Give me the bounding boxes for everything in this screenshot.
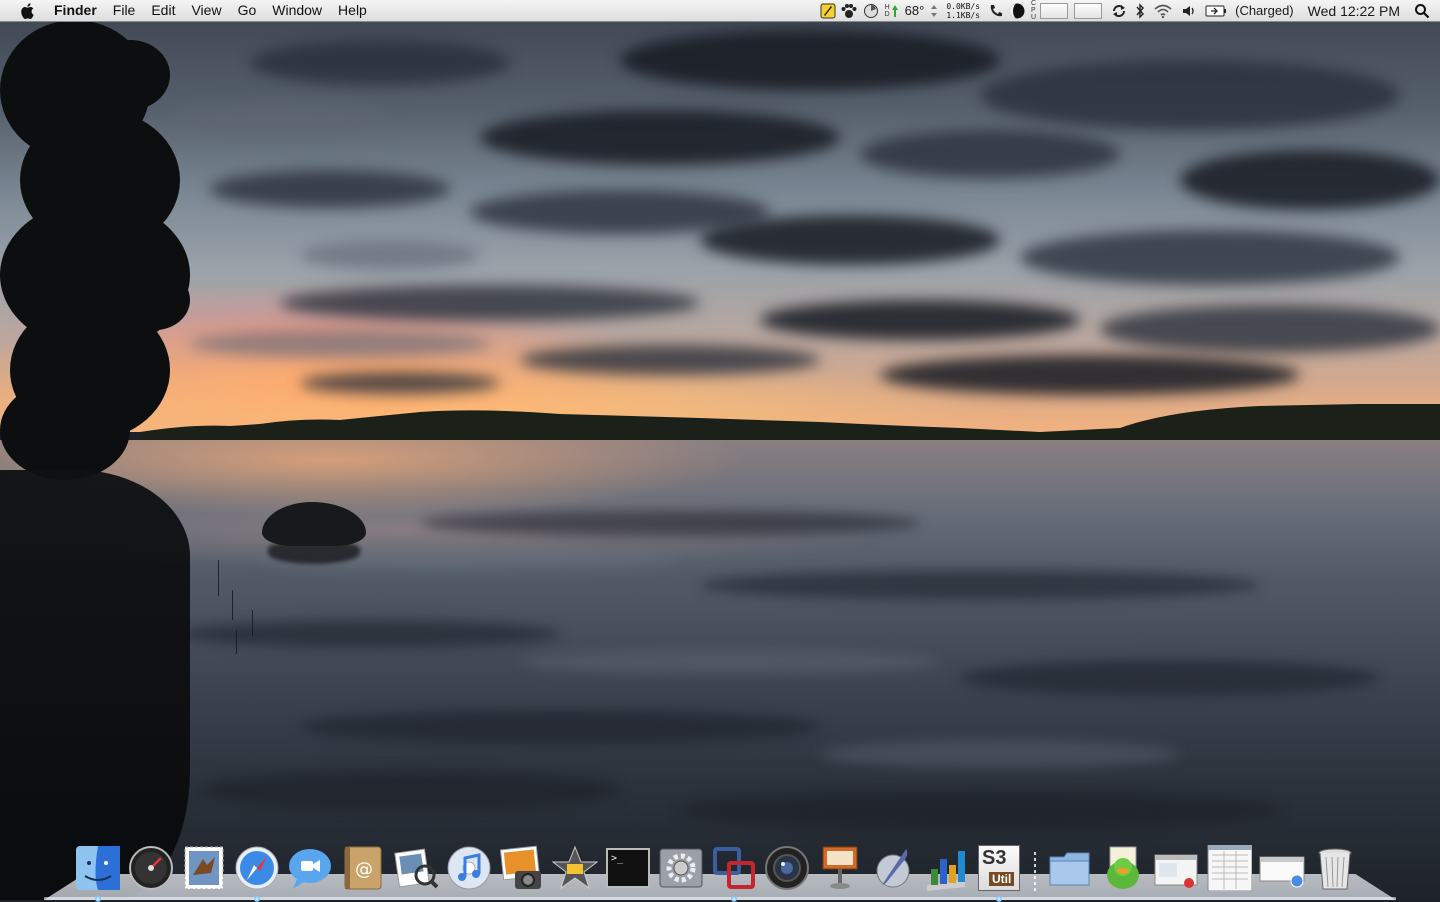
bluetooth-icon[interactable] (1131, 0, 1149, 21)
memory-meter-graph (1074, 2, 1103, 19)
spreadsheet-doc-icon (1207, 845, 1252, 891)
phone-icon[interactable] (986, 0, 1006, 21)
dock-doc-screenshot[interactable] (1152, 844, 1200, 892)
vmware-icon (713, 847, 755, 889)
menu-view[interactable]: View (183, 0, 229, 21)
dock-app-preview[interactable] (392, 844, 440, 892)
sync-icon[interactable] (1107, 0, 1131, 21)
scripts-menu-icon[interactable] (818, 0, 838, 21)
menu-window[interactable]: Window (264, 0, 330, 21)
address-book-icon: @ (344, 846, 382, 890)
menu-clock[interactable]: Wed 12:22 PM (1298, 0, 1410, 21)
dock-app-adium[interactable] (1099, 844, 1147, 892)
desktop-wallpaper (0, 0, 1440, 900)
s3-util-icon: S3 Util (978, 845, 1020, 891)
svg-text:@: @ (355, 859, 373, 880)
tree-silhouette (0, 20, 200, 480)
dock-app-iphoto[interactable] (498, 844, 546, 892)
dock: @ >_ S3 Util (44, 834, 1396, 902)
mail-stamp-icon (184, 846, 224, 890)
finder-icon (76, 846, 120, 890)
dock-doc-spreadsheet[interactable] (1205, 844, 1253, 892)
cpu-meter-graph (1040, 2, 1069, 19)
menu-go[interactable]: Go (230, 0, 265, 21)
folder-icon (1049, 852, 1090, 886)
menu-help[interactable]: Help (330, 0, 375, 21)
safari-compass-icon (235, 846, 279, 890)
dock-app-aperture[interactable] (763, 844, 811, 892)
wifi-icon[interactable] (1149, 0, 1177, 21)
cpu-meter[interactable]: CPU (1028, 0, 1107, 21)
quill-icon (876, 849, 910, 888)
s3-util-sublabel: Util (989, 872, 1015, 886)
trash-icon (1318, 848, 1352, 890)
imovie-star-icon (552, 845, 598, 890)
terminal-icon: >_ (606, 848, 650, 888)
temperature-readout[interactable]: 68° (901, 0, 929, 21)
moon-phase-icon[interactable] (1006, 0, 1028, 21)
temperature-arrows-icon[interactable] (928, 0, 940, 21)
network-speed[interactable]: 0.0KB/s 1.1KB/s (940, 2, 986, 20)
battery-status[interactable]: (Charged) (1231, 0, 1298, 21)
dock-folder-applications[interactable] (1046, 844, 1094, 892)
keynote-podium-icon (822, 846, 858, 889)
duck-icon (1107, 846, 1139, 889)
color-meter-icon[interactable] (860, 0, 882, 21)
menu-app-name[interactable]: Finder (46, 0, 105, 21)
dock-app-ichat[interactable] (286, 844, 334, 892)
menu-edit[interactable]: Edit (143, 0, 183, 21)
lake-reflection (0, 440, 1440, 900)
net-up-rate: 1.1KB/s (946, 10, 981, 20)
battery-icon[interactable] (1201, 0, 1231, 21)
bar-chart-icon (927, 851, 965, 891)
dock-app-mail[interactable] (180, 844, 228, 892)
dock-app-itunes[interactable] (445, 844, 493, 892)
preview-icon (394, 848, 439, 889)
dock-app-keynote[interactable] (816, 844, 864, 892)
itunes-note-icon (447, 846, 491, 890)
dock-app-script-editor[interactable] (869, 844, 917, 892)
browser-window-icon (1259, 856, 1305, 888)
iphoto-icon (499, 845, 541, 889)
dock-app-finder[interactable] (74, 844, 122, 902)
volume-icon[interactable] (1177, 0, 1201, 21)
dock-app-terminal[interactable]: >_ (604, 844, 652, 892)
dock-separator (1034, 852, 1036, 892)
paw-menu-icon[interactable] (838, 0, 860, 21)
camera-lens-icon (765, 846, 809, 890)
s3-util-label: S3 (982, 847, 1007, 869)
ichat-bubble-icon (289, 849, 331, 889)
net-down-rate: 0.0KB/s (946, 1, 981, 11)
gear-icon (659, 848, 703, 888)
dock-trash[interactable] (1311, 844, 1359, 892)
dock-app-system-preferences[interactable] (657, 844, 705, 892)
hd-activity-icon[interactable]: HD (882, 0, 901, 21)
dashboard-icon (129, 846, 173, 890)
dock-app-dashboard[interactable] (127, 844, 175, 892)
dock-app-vmware-fusion[interactable] (710, 844, 758, 902)
apple-menu-icon[interactable] (12, 2, 42, 19)
dock-app-s3-util[interactable]: S3 Util (975, 844, 1023, 902)
window-stack-icon (1154, 854, 1198, 888)
dock-app-imovie[interactable] (551, 844, 599, 892)
dock-app-address-book[interactable]: @ (339, 844, 387, 892)
sunset-sky (0, 0, 1440, 432)
spotlight-search-icon[interactable] (1410, 0, 1440, 21)
dock-doc-network[interactable] (1258, 844, 1306, 892)
dock-app-numbers[interactable] (922, 844, 970, 892)
menu-file[interactable]: File (105, 0, 144, 21)
dock-app-safari[interactable] (233, 844, 281, 902)
menu-bar: Finder File Edit View Go Window Help HD … (0, 0, 1440, 22)
